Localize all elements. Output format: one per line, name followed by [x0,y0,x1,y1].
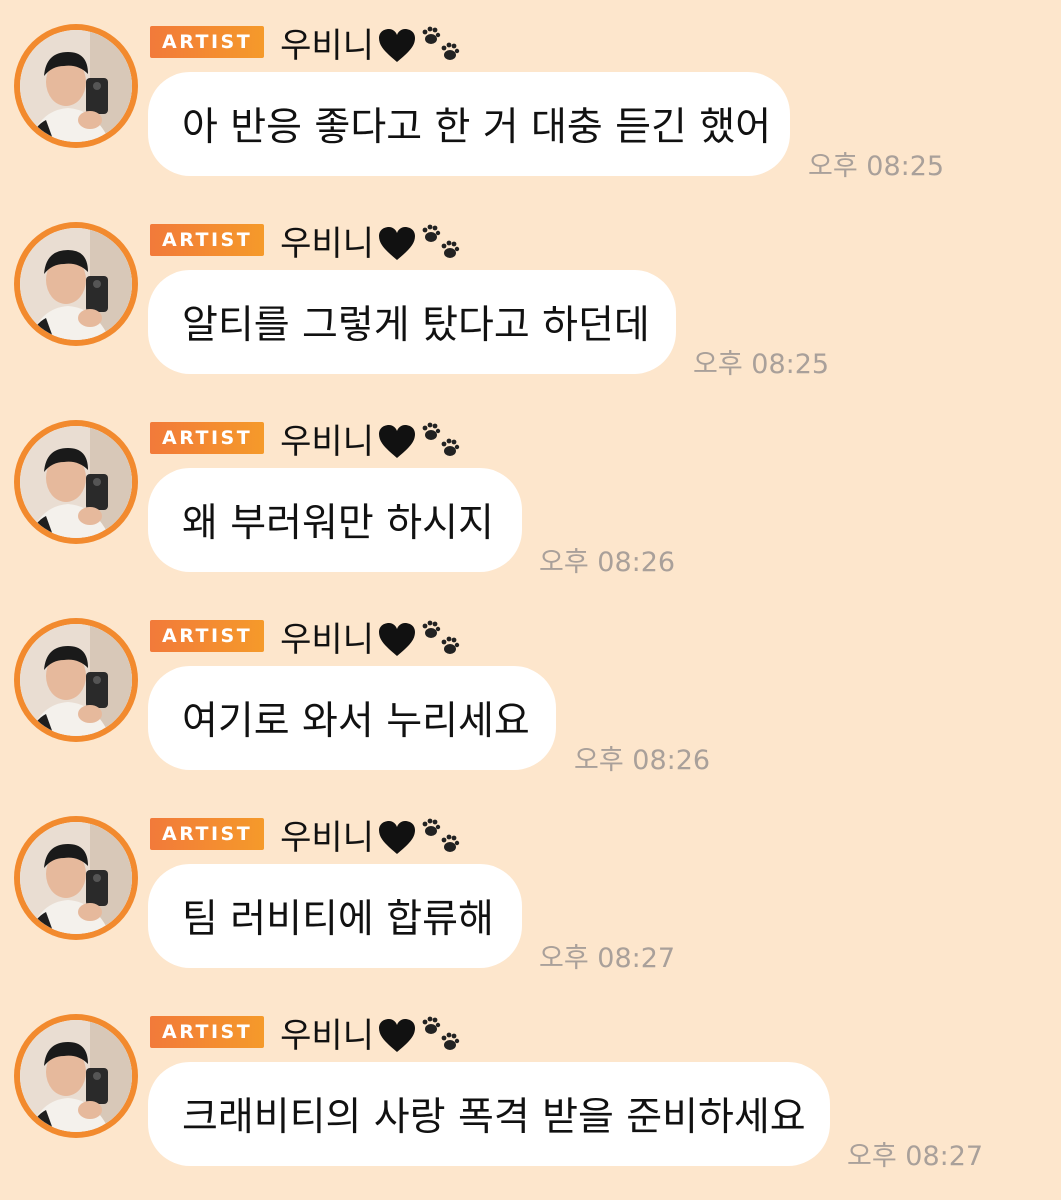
black-heart-icon [378,28,416,64]
avatar[interactable] [14,618,138,742]
artist-badge: ARTIST [150,620,265,652]
message-bubble[interactable]: 아 반응 좋다고 한 거 대충 듣긴 했어 [148,72,790,176]
message-item: ARTIST 우비니 크래비티의 사랑 폭격 받을 준비하세요 오후 08:27 [0,990,1061,1188]
message-item: ARTIST 우비니 아 반응 좋다고 한 거 대충 듣긴 했어 오후 08:2… [0,0,1061,198]
black-heart-icon [378,1018,416,1054]
avatar[interactable] [14,222,138,346]
message-bubble[interactable]: 알티를 그렇게 탔다고 하던데 [148,270,676,374]
avatar[interactable] [14,420,138,544]
message-item: ARTIST 우비니 알티를 그렇게 탔다고 하던데 오후 08:25 [0,198,1061,396]
paw-prints-icon [420,816,464,856]
black-heart-icon [378,424,416,460]
black-heart-icon [378,820,416,856]
message-bubble[interactable]: 팀 러비티에 합류해 [148,864,522,968]
avatar-photo [20,228,132,340]
chat-message-list: ARTIST 우비니 아 반응 좋다고 한 거 대충 듣긴 했어 오후 08:2… [0,0,1061,1200]
black-heart-icon [378,622,416,658]
artist-badge: ARTIST [150,1016,265,1048]
message-item: ARTIST 우비니 여기로 와서 누리세요 오후 08:26 [0,594,1061,792]
avatar-photo [20,30,132,142]
sender-name[interactable]: 우비니 [280,1008,374,1057]
message-timestamp: 오후 08:26 [539,547,676,578]
message-bubble[interactable]: 크래비티의 사랑 폭격 받을 준비하세요 [148,1062,830,1166]
sender-name[interactable]: 우비니 [280,414,374,463]
message-header: ARTIST 우비니 [150,216,464,265]
avatar-photo [20,1020,132,1132]
message-item: ARTIST 우비니 왜 부러워만 하시지 오후 08:26 [0,396,1061,594]
message-timestamp: 오후 08:25 [808,151,945,182]
avatar-photo [20,426,132,538]
artist-badge: ARTIST [150,26,265,58]
paw-prints-icon [420,1014,464,1054]
avatar[interactable] [14,1014,138,1138]
avatar[interactable] [14,816,138,940]
message-header: ARTIST 우비니 [150,18,464,67]
artist-badge: ARTIST [150,818,265,850]
sender-name[interactable]: 우비니 [280,18,374,67]
sender-name[interactable]: 우비니 [280,216,374,265]
message-bubble[interactable]: 여기로 와서 누리세요 [148,666,556,770]
message-header: ARTIST 우비니 [150,810,464,859]
paw-prints-icon [420,222,464,262]
message-timestamp: 오후 08:26 [574,745,711,776]
paw-prints-icon [420,618,464,658]
message-item: ARTIST 우비니 팀 러비티에 합류해 오후 08:27 [0,792,1061,990]
avatar-photo [20,624,132,736]
message-header: ARTIST 우비니 [150,1008,464,1057]
avatar[interactable] [14,24,138,148]
avatar-photo [20,822,132,934]
artist-badge: ARTIST [150,224,265,256]
message-timestamp: 오후 08:25 [693,349,830,380]
message-timestamp: 오후 08:27 [847,1141,984,1172]
message-bubble[interactable]: 왜 부러워만 하시지 [148,468,522,572]
message-header: ARTIST 우비니 [150,612,464,661]
message-timestamp: 오후 08:27 [539,943,676,974]
message-header: ARTIST 우비니 [150,414,464,463]
artist-badge: ARTIST [150,422,265,454]
sender-name[interactable]: 우비니 [280,612,374,661]
black-heart-icon [378,226,416,262]
sender-name[interactable]: 우비니 [280,810,374,859]
paw-prints-icon [420,24,464,64]
paw-prints-icon [420,420,464,460]
